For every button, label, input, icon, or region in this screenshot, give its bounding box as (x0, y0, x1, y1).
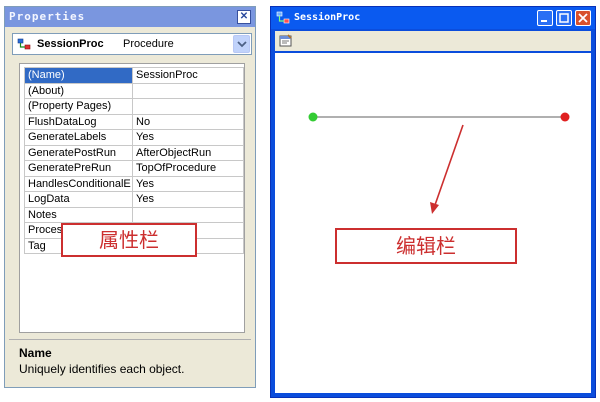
procedure-icon (276, 11, 290, 24)
property-key: HandlesConditionalE (24, 175, 133, 192)
editor-titlebar[interactable]: SessionProc (271, 7, 595, 29)
property-row[interactable]: FlushDataLog No (24, 113, 244, 130)
property-row[interactable]: (Name) SessionProc (24, 67, 244, 84)
object-name: SessionProc (37, 38, 104, 50)
procedure-icon (17, 38, 31, 50)
property-value[interactable]: AfterObjectRun (132, 144, 244, 161)
properties-titlebar[interactable]: Properties ✕ (5, 7, 255, 27)
minimize-icon (541, 20, 547, 22)
object-type: Procedure (123, 38, 174, 50)
property-row[interactable]: GeneratePostRun AfterObjectRun (24, 144, 244, 161)
property-row[interactable]: (Property Pages) (24, 98, 244, 115)
property-value[interactable]: TopOfProcedure (132, 160, 244, 177)
editor-toolbar (275, 31, 591, 51)
property-value[interactable]: No (132, 113, 244, 130)
property-row[interactable]: GeneratePreRun TopOfProcedure (24, 160, 244, 177)
property-row[interactable]: (About) (24, 82, 244, 99)
property-value[interactable] (132, 206, 244, 223)
property-value[interactable] (132, 82, 244, 99)
properties-icon[interactable] (279, 34, 293, 48)
property-row[interactable]: LogData Yes (24, 191, 244, 208)
property-value[interactable]: Yes (132, 129, 244, 146)
property-key: GeneratePreRun (24, 160, 133, 177)
property-key: (Property Pages) (24, 98, 133, 115)
editor-title: SessionProc (294, 12, 361, 23)
property-key: Notes (24, 206, 133, 223)
editor-annotation: 编辑栏 (335, 228, 517, 264)
property-key: FlushDataLog (24, 113, 133, 130)
object-selector[interactable]: SessionProc Procedure (12, 33, 252, 55)
property-key: (About) (24, 82, 133, 99)
pointer-arrow-head (430, 202, 439, 214)
property-key: GeneratePostRun (24, 144, 133, 161)
editor-canvas[interactable]: 编辑栏 (275, 53, 591, 393)
editor-window: SessionProc 编辑栏 (270, 6, 596, 398)
maximize-button[interactable] (556, 10, 572, 26)
property-value[interactable]: Yes (132, 191, 244, 208)
property-row[interactable]: GenerateLabels Yes (24, 129, 244, 146)
property-row[interactable]: HandlesConditionalE Yes (24, 175, 244, 192)
property-grid: (Name) SessionProc (About) (Property Pag… (19, 63, 245, 333)
property-value[interactable]: SessionProc (132, 67, 244, 84)
property-key: GenerateLabels (24, 129, 133, 146)
property-value[interactable]: Yes (132, 175, 244, 192)
close-icon[interactable]: ✕ (237, 10, 251, 24)
property-row[interactable]: Notes (24, 206, 244, 223)
properties-annotation: 属性栏 (61, 223, 197, 257)
pointer-arrow-shaft (434, 124, 464, 206)
chevron-down-icon (237, 41, 247, 48)
maximize-icon (559, 13, 569, 23)
description-pane: Name Uniquely identifies each object. (9, 339, 251, 383)
flow-diagram (308, 112, 570, 214)
properties-title: Properties (9, 10, 86, 23)
start-node (308, 112, 318, 122)
property-key: LogData (24, 191, 133, 208)
end-node (560, 112, 570, 122)
close-icon (578, 13, 588, 23)
close-button[interactable] (575, 10, 591, 26)
property-value[interactable] (132, 98, 244, 115)
property-key: (Name) (24, 67, 133, 84)
description-text: Uniquely identifies each object. (19, 362, 185, 376)
properties-panel: Properties ✕ SessionProc Procedure (Name… (4, 6, 256, 388)
description-title: Name (19, 346, 52, 360)
minimize-button[interactable] (537, 10, 553, 26)
dropdown-button[interactable] (233, 35, 250, 53)
